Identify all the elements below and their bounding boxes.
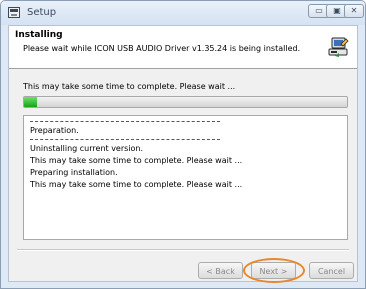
status-text: This may take some time to complete. Ple… bbox=[23, 82, 236, 91]
log-line: This may take some time to complete. Ple… bbox=[30, 180, 243, 189]
installer-computer-icon bbox=[328, 37, 349, 57]
cancel-button[interactable]: Cancel bbox=[309, 262, 354, 279]
footer-divider bbox=[17, 249, 349, 251]
log-line: This may take some time to complete. Ple… bbox=[30, 156, 243, 165]
log-separator bbox=[30, 119, 347, 125]
log-line: Preparing installation. bbox=[30, 168, 118, 177]
back-button[interactable]: < Back bbox=[198, 262, 243, 279]
page-subtitle: Please wait while ICON USB AUDIO Driver … bbox=[23, 44, 301, 53]
log-line: Preparation. bbox=[30, 126, 79, 135]
title-bar[interactable]: Setup ▭ ▣ ✕ bbox=[1, 1, 365, 25]
installer-header: Installing Please wait while ICON USB AU… bbox=[9, 26, 357, 69]
progress-fill bbox=[24, 97, 37, 107]
close-button[interactable]: ✕ bbox=[344, 4, 364, 18]
page-title: Installing bbox=[15, 30, 63, 40]
log-line: Uninstalling current version. bbox=[30, 144, 144, 153]
setup-window: Setup ▭ ▣ ✕ Installing Please wait while… bbox=[0, 0, 366, 289]
next-button[interactable]: Next > bbox=[251, 262, 296, 279]
window-title: Setup bbox=[27, 7, 57, 18]
log-separator bbox=[30, 137, 347, 143]
setup-app-icon bbox=[8, 7, 20, 18]
installer-body: Installing Please wait while ICON USB AU… bbox=[8, 25, 358, 283]
install-progress-bar bbox=[23, 96, 348, 108]
install-log-panel[interactable]: Preparation. Uninstalling current versio… bbox=[23, 115, 348, 240]
